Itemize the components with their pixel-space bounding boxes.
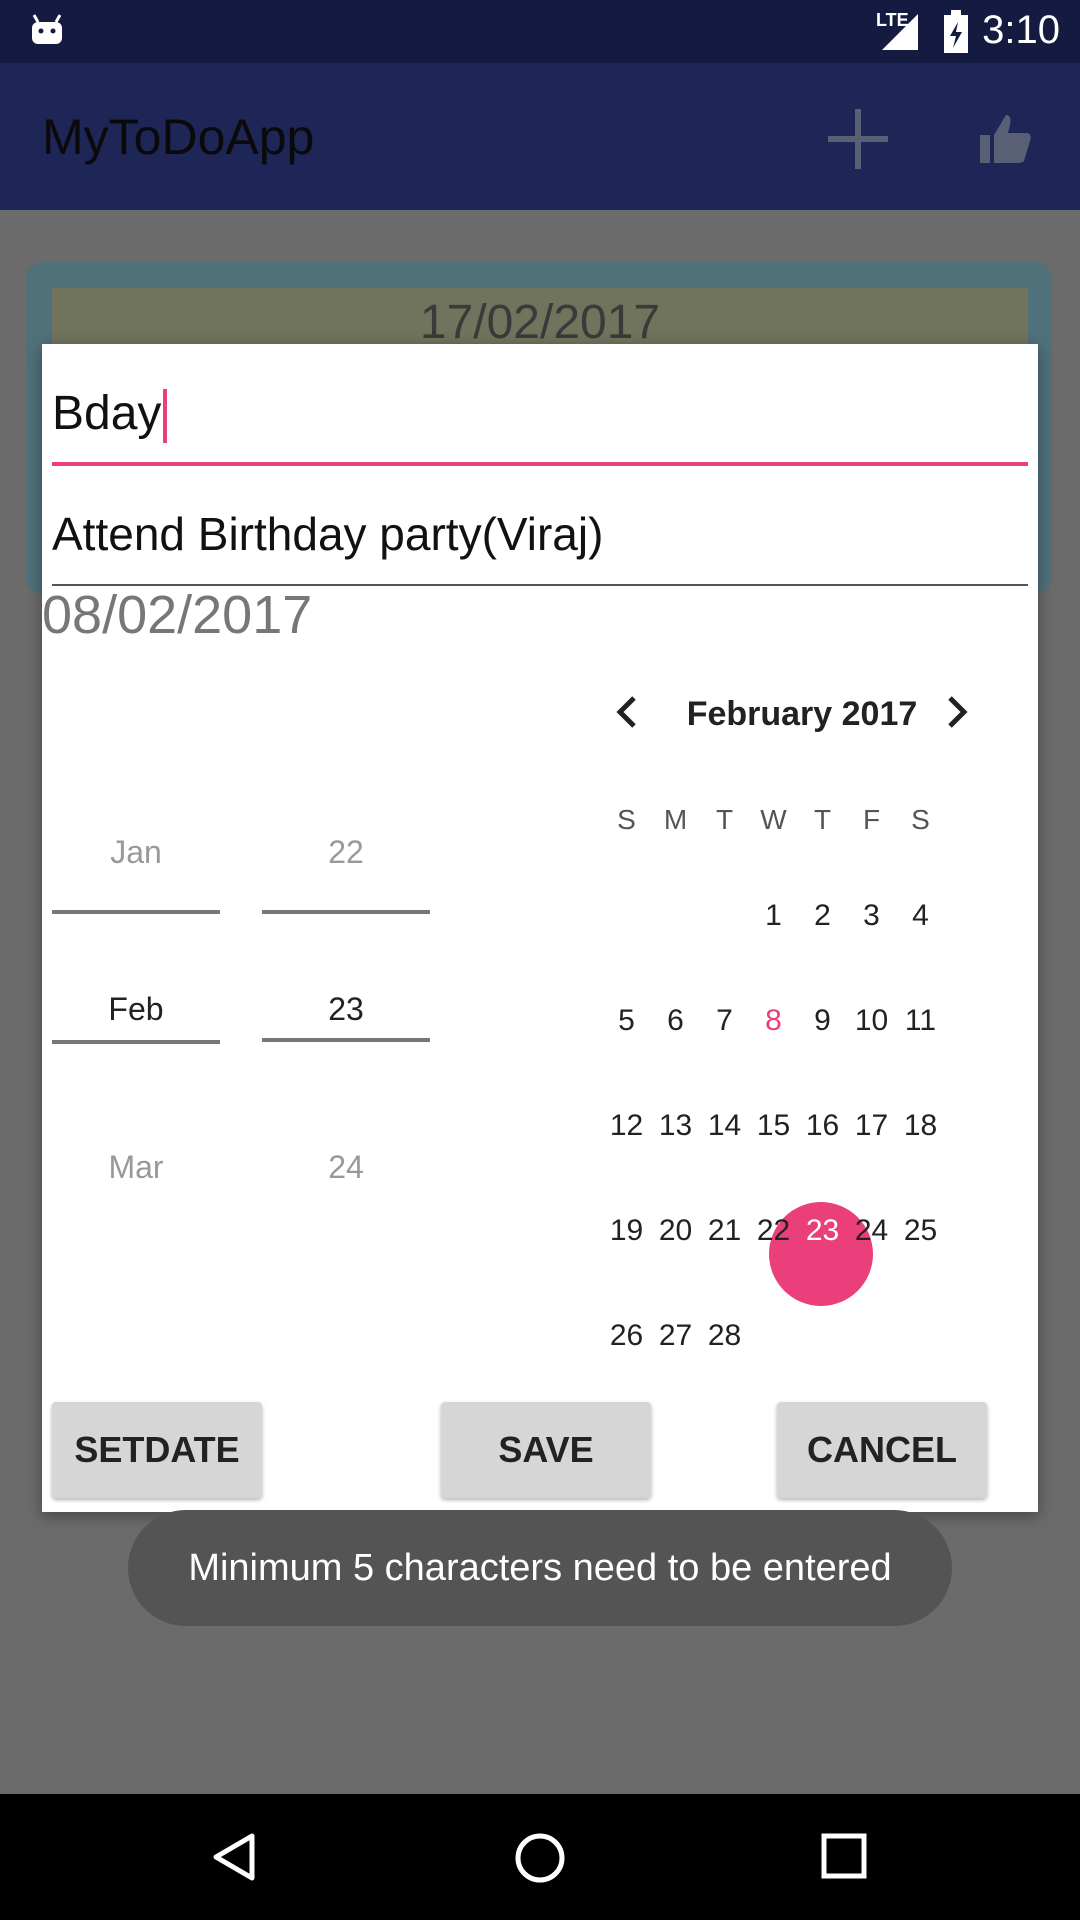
clock: 3:10 [982, 8, 1060, 52]
calendar-day[interactable]: 17 [847, 1109, 896, 1143]
calendar-day[interactable]: 20 [651, 1214, 700, 1248]
calendar-day[interactable]: 12 [602, 1109, 651, 1143]
calendar-day[interactable]: 14 [700, 1109, 749, 1143]
calendar-day[interactable]: 23 [798, 1214, 847, 1248]
chevron-left-icon[interactable] [612, 692, 642, 732]
description-input[interactable]: Attend Birthday party(Viraj) [52, 484, 1028, 586]
text-cursor [163, 389, 168, 444]
calendar-day[interactable]: 26 [602, 1319, 651, 1353]
app-bar: MyToDoApp [0, 63, 1080, 210]
navigation-bar [0, 1794, 1080, 1920]
calendar-day[interactable]: 2 [798, 899, 847, 933]
weekday-label: T [715, 804, 734, 835]
calendar-day[interactable]: 18 [896, 1109, 945, 1143]
calendar-day[interactable]: 16 [798, 1109, 847, 1143]
weekday-label: T [813, 804, 832, 835]
calendar-day[interactable]: 25 [896, 1214, 945, 1248]
back-icon[interactable] [210, 1832, 260, 1882]
calendar-day[interactable]: 13 [651, 1109, 700, 1143]
cancel-button[interactable]: CANCEL [777, 1402, 987, 1498]
calendar-day[interactable]: 10 [847, 1004, 896, 1038]
calendar-header: February 2017 [592, 684, 1012, 744]
chevron-right-icon[interactable] [942, 692, 972, 732]
calendar-day[interactable]: 11 [896, 1004, 945, 1038]
calendar-day[interactable]: 8 [749, 1004, 798, 1038]
weekday-label: S [617, 804, 636, 835]
day-spinner[interactable]: 22 23 24 [262, 834, 430, 1234]
weekday-label: W [760, 804, 787, 835]
signal-icon [882, 14, 918, 50]
spinner-divider [262, 1038, 430, 1042]
app-title: MyToDoApp [42, 109, 315, 165]
day-spinner-next[interactable]: 24 [262, 1149, 430, 1186]
android-icon [32, 14, 62, 44]
day-spinner-selected[interactable]: 23 [262, 991, 430, 1028]
calendar-day[interactable]: 4 [896, 899, 945, 933]
calendar-day[interactable]: 21 [700, 1214, 749, 1248]
calendar-day[interactable]: 28 [700, 1319, 749, 1353]
thumbs-up-icon[interactable] [978, 111, 1034, 167]
calendar-day[interactable]: 1 [749, 899, 798, 933]
add-icon[interactable] [822, 103, 894, 175]
calendar-day[interactable]: 3 [847, 899, 896, 933]
calendar-day[interactable]: 27 [651, 1319, 700, 1353]
recents-icon[interactable] [820, 1832, 868, 1880]
calendar-day[interactable]: 15 [749, 1109, 798, 1143]
edit-todo-dialog: Bday Attend Birthday party(Viraj) 08/02/… [42, 344, 1038, 1512]
calendar-view: February 2017 SMTWTFS 1 2 3 4 5 6 7 8 9 10 11 12 13 1… [592, 684, 1012, 1404]
status-bar: LTE 3:10 [0, 0, 1080, 63]
battery-icon [944, 10, 968, 53]
set-date-button[interactable]: SETDATE [52, 1402, 262, 1498]
toast-message: Minimum 5 characters need to be entered [128, 1510, 952, 1626]
title-input[interactable]: Bday [52, 366, 1028, 466]
save-button[interactable]: SAVE [441, 1402, 651, 1498]
title-input-value: Bday [52, 387, 162, 440]
home-icon[interactable] [514, 1832, 566, 1884]
calendar-day[interactable]: 5 [602, 1004, 651, 1038]
weekday-label: S [911, 804, 930, 835]
calendar-day[interactable]: 22 [749, 1214, 798, 1248]
calendar-day[interactable]: 19 [602, 1214, 651, 1248]
weekday-label: F [862, 804, 881, 835]
calendar-day[interactable]: 6 [651, 1004, 700, 1038]
calendar-day[interactable]: 7 [700, 1004, 749, 1038]
day-spinner-prev[interactable]: 22 [262, 834, 430, 871]
spinner-divider [52, 910, 220, 914]
calendar-day[interactable]: 24 [847, 1214, 896, 1248]
calendar-day[interactable]: 9 [798, 1004, 847, 1038]
month-spinner-prev[interactable]: Jan [52, 834, 220, 871]
weekday-label: M [663, 804, 688, 835]
month-spinner-next[interactable]: Mar [52, 1149, 220, 1186]
selected-date-label: 08/02/2017 [42, 585, 313, 645]
month-spinner-selected[interactable]: Feb [52, 991, 220, 1028]
spinner-divider [52, 1040, 220, 1044]
month-spinner[interactable]: Jan Feb Mar [52, 834, 220, 1234]
spinner-divider [262, 910, 430, 914]
description-input-value: Attend Birthday party(Viraj) [52, 508, 604, 560]
